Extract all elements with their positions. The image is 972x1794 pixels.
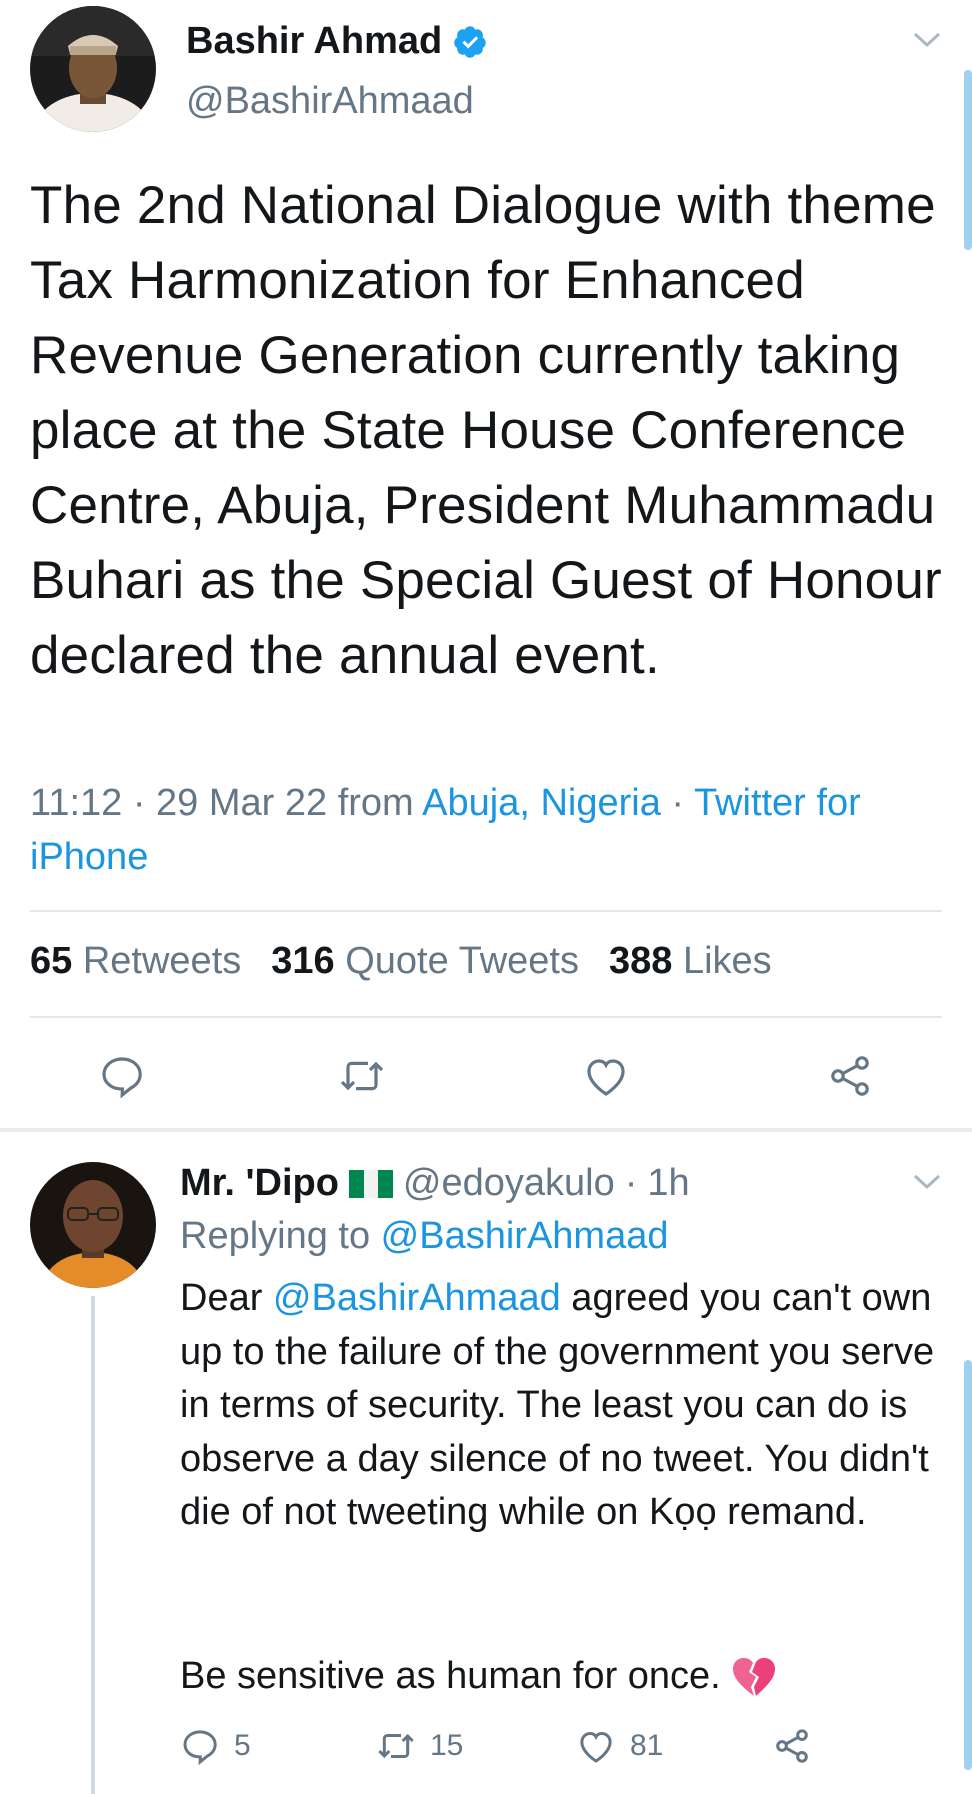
tweet-separator [0,1128,972,1132]
share-icon [776,1729,808,1763]
author-avatar[interactable] [30,6,156,132]
reply-time-separator: · [624,1162,638,1204]
retweets-label: Retweets [82,940,242,982]
author-name-text[interactable]: Bashir Ahmad [186,20,442,63]
tweet-metadata: 11:12 · 29 Mar 22 from Abuja, Nigeria · … [30,776,950,884]
quotes-count: 316 [271,940,335,982]
retweet-icon [378,1733,414,1759]
chevron-down-icon[interactable] [912,1172,942,1192]
tweet-action-bar [0,1040,972,1110]
reply-icon[interactable] [98,1052,146,1100]
reply-text: Dear @BashirAhmaad agreed you can't own … [180,1272,950,1540]
share-icon[interactable] [826,1052,874,1100]
reply-action-bar: 5 15 81 [180,1726,920,1774]
replying-to: Replying to @BashirAhmaad [180,1215,669,1258]
main-tweet: Bashir Ahmad @BashirAhmaad The 2nd Natio… [0,0,972,1128]
reply-text-para2: Be sensitive as human for once. [180,1650,777,1703]
reply-time[interactable]: 1h [647,1162,689,1205]
retweet-icon[interactable] [338,1052,386,1100]
retweet-count: 15 [430,1729,464,1762]
retweets-stat[interactable]: 65 Retweets [30,940,241,983]
location-link[interactable]: Abuja, Nigeria [422,782,661,824]
tweet-stats: 65 Retweets 316 Quote Tweets 388 Likes [30,940,772,983]
thread-line [91,1296,95,1794]
reply-retweet-action[interactable]: 15 [376,1726,463,1766]
tweet-text: The 2nd National Dialogue with theme Tax… [30,176,942,685]
verified-badge-icon [454,25,486,58]
likes-count: 388 [609,940,673,982]
author-handle[interactable]: @BashirAhmaad [186,80,474,123]
likes-stat[interactable]: 388 Likes [609,940,772,983]
divider [30,1016,942,1018]
reply-count: 5 [234,1729,251,1762]
reply-author-handle[interactable]: @edoyakulo [403,1162,615,1205]
scrollbar-bottom[interactable] [964,1360,972,1770]
reply-icon [183,1730,217,1766]
reply-share-action[interactable] [772,1726,812,1766]
reply-text-para2-content: Be sensitive as human for once. [180,1655,721,1697]
broken-heart-emoji [732,1657,775,1696]
like-count: 81 [630,1729,664,1762]
reply-author-name[interactable]: Mr. 'Dipo [180,1162,339,1205]
like-icon[interactable] [582,1052,630,1100]
quotes-stat[interactable]: 316 Quote Tweets [271,940,579,983]
likes-label: Likes [682,940,772,982]
reply-like-action[interactable]: 81 [576,1726,663,1766]
meta-separator: · [660,782,694,824]
divider [30,910,942,912]
nigeria-flag-icon [348,1169,393,1198]
quotes-label: Quote Tweets [345,940,579,982]
replying-to-handle[interactable]: @BashirAhmaad [381,1215,669,1257]
retweets-count: 65 [30,940,73,982]
reply-author-avatar[interactable] [30,1162,156,1288]
like-icon [580,1731,612,1763]
reply-header: Mr. 'Dipo @edoyakulo · 1h [180,1162,690,1205]
reply-text-prefix: Dear [180,1277,273,1319]
chevron-down-icon[interactable] [912,30,942,50]
author-name[interactable]: Bashir Ahmad [186,20,488,63]
reply-reply-action[interactable]: 5 [180,1726,251,1766]
tweet-time: 11:12 · 29 Mar 22 from [30,782,423,824]
replying-to-label: Replying to [180,1215,381,1257]
reply-mention[interactable]: @BashirAhmaad [273,1277,561,1319]
